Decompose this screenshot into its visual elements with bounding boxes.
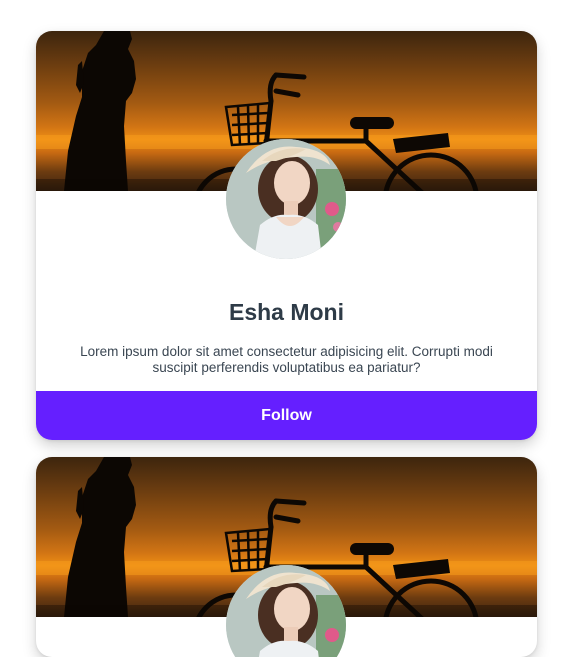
profile-card: Esha Moni Lorem ipsum dolor sit amet con…: [36, 31, 537, 440]
avatar: [226, 565, 346, 657]
follow-button[interactable]: Follow: [36, 391, 537, 440]
profile-card: [36, 457, 537, 657]
profile-description: Lorem ipsum dolor sit amet consectetur a…: [80, 344, 493, 375]
profile-name: Esha Moni: [228, 299, 344, 325]
avatar: [226, 139, 346, 259]
